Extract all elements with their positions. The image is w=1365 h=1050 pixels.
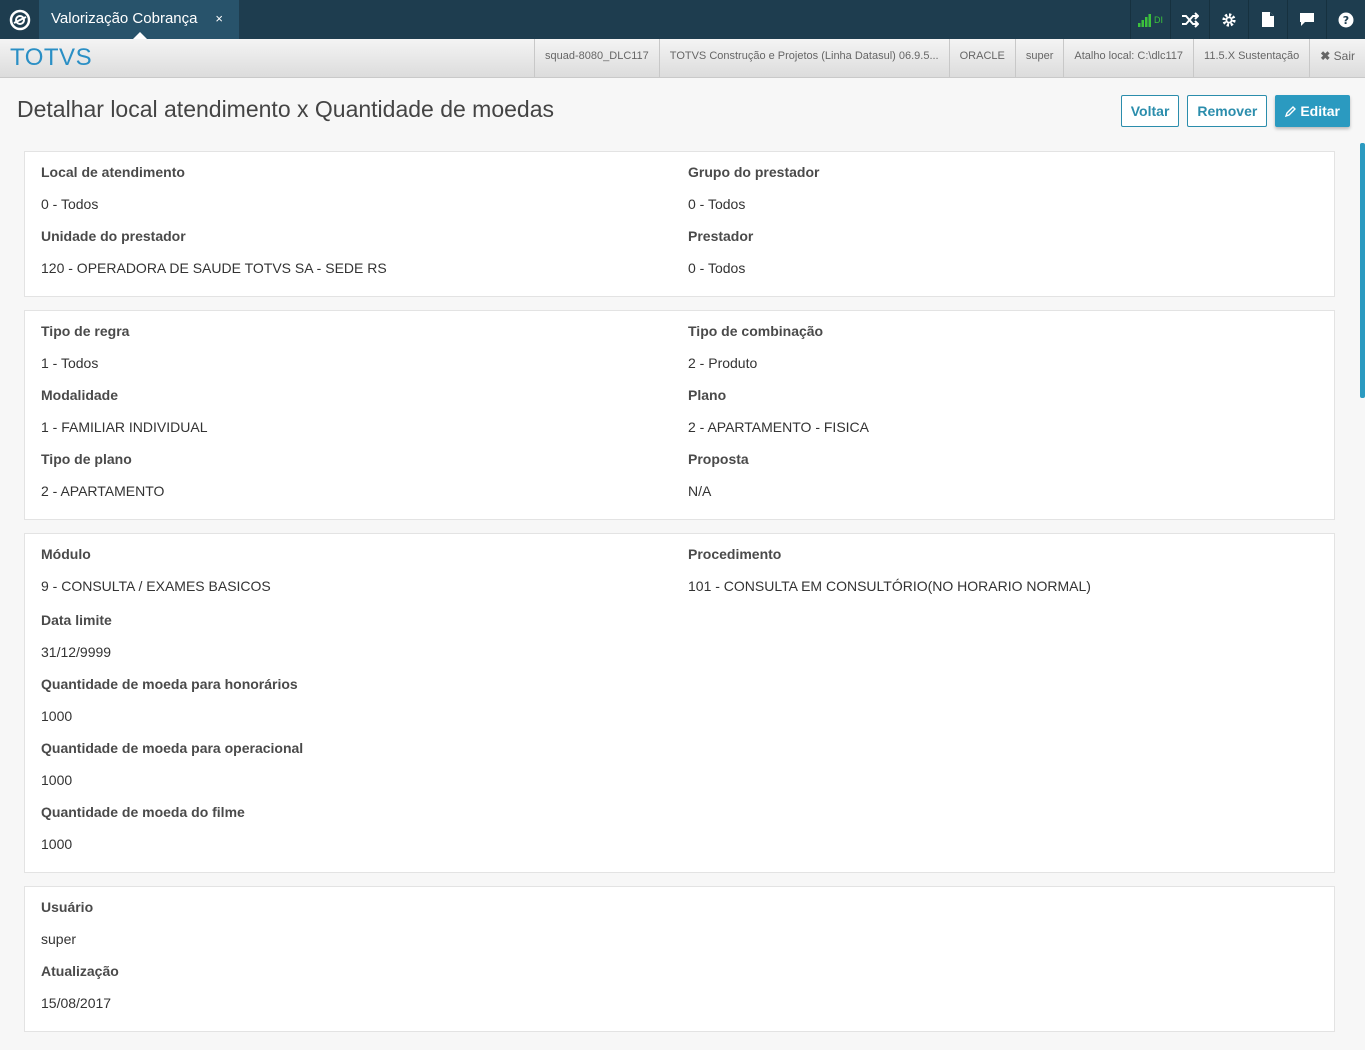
field-value: 1000 [41,836,73,852]
session-info: squad-8080_DLC117 TOTVS Construção e Pro… [534,39,1365,77]
signal-text: DI [1154,14,1163,25]
tab-active-indicator [133,32,147,39]
field-plano: Plano 2 - APARTAMENTO - FISICA [688,387,869,435]
edit-label: Editar [1300,103,1340,119]
field-qtd-honorarios: Quantidade de moeda para honorários 1000 [41,676,298,724]
close-icon[interactable]: × [215,0,223,38]
field-value: 2 - APARTAMENTO [41,483,165,499]
field-value: 0 - Todos [688,260,746,276]
field-tipo-plano: Tipo de plano 2 - APARTAMENTO [41,451,164,499]
field-label: Tipo de combinação [688,323,824,339]
totvs-logo-icon[interactable] [0,0,39,39]
field-label: Proposta [688,451,749,467]
field-value: N/A [688,483,712,499]
field-label: Unidade do prestador [41,228,186,244]
field-procedimento: Procedimento 101 - CONSULTA EM CONSULTÓR… [688,546,1091,594]
field-label: Tipo de regra [41,323,130,339]
exit-button[interactable]: ✖ Sair [1309,39,1365,77]
field-label: Módulo [41,546,91,562]
field-label: Local de atendimento [41,164,185,180]
field-usuario: Usuário super [41,899,93,947]
field-label: Plano [688,387,727,403]
scrollbar[interactable] [1360,143,1365,398]
field-prestador: Prestador 0 - Todos [688,228,753,276]
field-value: 31/12/9999 [41,644,112,660]
chat-icon[interactable] [1287,0,1326,39]
info-user: super [1014,39,1064,77]
info-version: 11.5.X Sustentação [1193,39,1309,77]
field-value: 120 - OPERADORA DE SAUDE TOTVS SA - SEDE… [41,260,387,276]
shuffle-icon[interactable] [1170,0,1209,39]
field-value: 1 - Todos [41,355,99,371]
tab-label: Valorização Cobrança [51,10,198,27]
field-data-limite: Data limite 31/12/9999 [41,612,112,660]
field-value: 0 - Todos [41,196,99,212]
info-server: squad-8080_DLC117 [534,39,659,77]
info-product: TOTVS Construção e Projetos (Linha Datas… [658,39,949,77]
info-database: ORACLE [948,39,1015,77]
field-unidade-prestador: Unidade do prestador 120 - OPERADORA DE … [41,228,387,276]
brand-logo: TOTVS [10,44,93,71]
field-value: 101 - CONSULTA EM CONSULTÓRIO(NO HORARIO… [688,578,1091,594]
svg-text:?: ? [1343,14,1349,27]
field-value: 1000 [41,772,73,788]
gear-icon[interactable] [1209,0,1248,39]
field-tipo-regra: Tipo de regra 1 - Todos [41,323,129,371]
signal-icon[interactable]: DI [1130,0,1170,39]
field-value: 1000 [41,708,73,724]
field-label: Quantidade de moeda para operacional [41,740,304,756]
field-label: Procedimento [688,546,782,562]
pencil-icon [1285,105,1297,117]
page-actions: Voltar Remover Editar [1120,95,1350,127]
field-proposta: Proposta N/A [688,451,749,499]
field-label: Data limite [41,612,112,628]
info-local-shortcut: Atalho local: C:\dlc117 [1063,39,1193,77]
field-label: Quantidade de moeda do filme [41,804,245,820]
card-procedure: Módulo 9 - CONSULTA / EXAMES BASICOS Pro… [24,533,1335,873]
field-label: Quantidade de moeda para honorários [41,676,298,692]
edit-button[interactable]: Editar [1275,95,1350,127]
field-label: Modalidade [41,387,119,403]
field-qtd-operacional: Quantidade de moeda para operacional 100… [41,740,303,788]
brand-bar: TOTVS squad-8080_DLC117 TOTVS Construção… [0,39,1365,78]
help-icon[interactable]: ? [1326,0,1365,39]
card-location: Local de atendimento 0 - Todos Grupo do … [24,151,1335,297]
field-tipo-combinacao: Tipo de combinação 2 - Produto [688,323,823,371]
back-button[interactable]: Voltar [1120,95,1180,127]
field-value: 9 - CONSULTA / EXAMES BASICOS [41,578,271,594]
field-modulo: Módulo 9 - CONSULTA / EXAMES BASICOS [41,546,271,594]
field-qtd-filme: Quantidade de moeda do filme 1000 [41,804,245,852]
page-title: Detalhar local atendimento x Quantidade … [17,96,555,122]
field-label: Usuário [41,899,94,915]
close-icon: ✖ [1320,49,1331,63]
card-audit: Usuário super Atualização 15/08/2017 [24,886,1335,1032]
field-value: 15/08/2017 [41,995,112,1011]
field-value: super [41,931,77,947]
field-grupo-prestador: Grupo do prestador 0 - Todos [688,164,819,212]
field-label: Tipo de plano [41,451,132,467]
card-rule: Tipo de regra 1 - Todos Tipo de combinaç… [24,310,1335,520]
field-value: 2 - Produto [688,355,758,371]
remove-button[interactable]: Remover [1187,95,1268,127]
field-value: 0 - Todos [688,196,746,212]
field-label: Atualização [41,963,119,979]
field-atualizacao: Atualização 15/08/2017 [41,963,119,1011]
field-local-atendimento: Local de atendimento 0 - Todos [41,164,185,212]
field-value: 1 - FAMILIAR INDIVIDUAL [41,419,208,435]
document-icon[interactable] [1248,0,1287,39]
field-label: Grupo do prestador [688,164,820,180]
field-modalidade: Modalidade 1 - FAMILIAR INDIVIDUAL [41,387,207,435]
top-bar: Valorização Cobrança × DI ? [0,0,1365,39]
field-value: 2 - APARTAMENTO - FISICA [688,419,869,435]
exit-label: Sair [1333,49,1355,63]
field-label: Prestador [688,228,754,244]
